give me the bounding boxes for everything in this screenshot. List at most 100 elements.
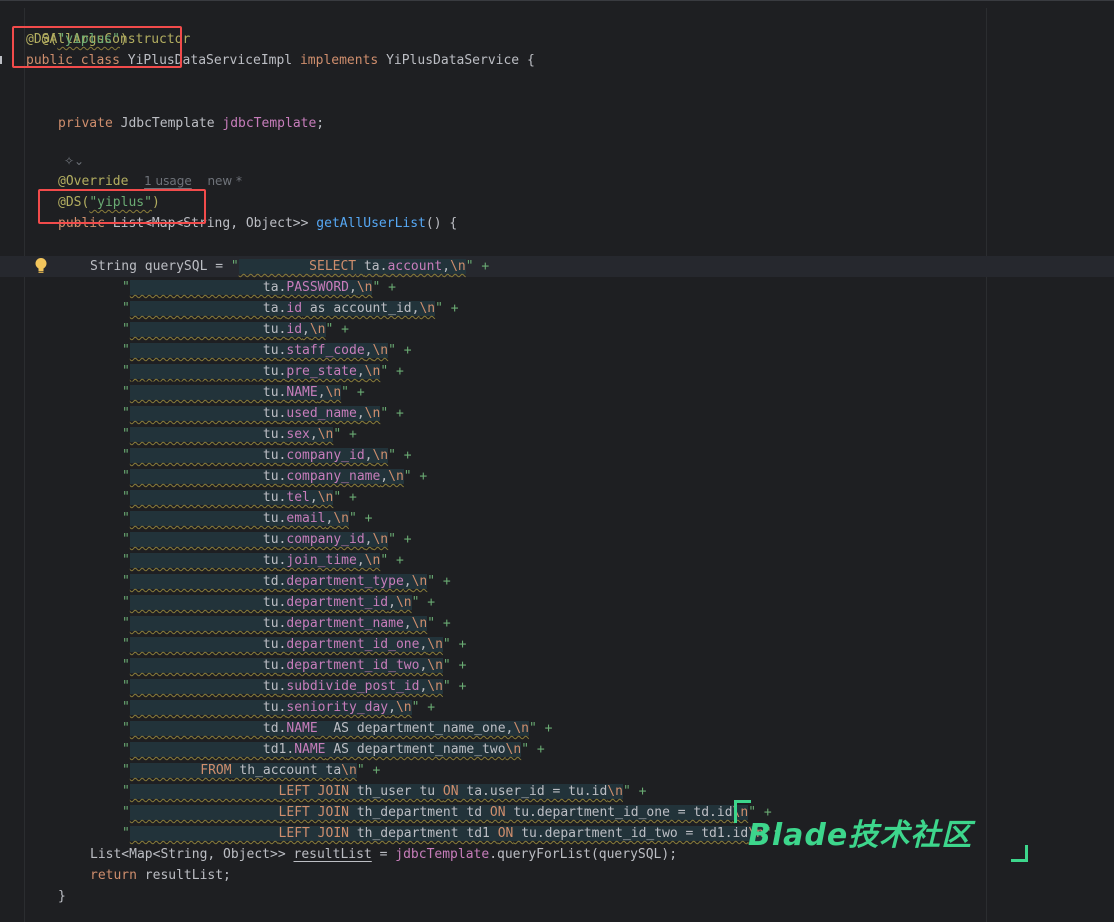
string-concat: " + — [442, 637, 467, 652]
sql-table-alias: tu — [262, 637, 279, 652]
sql-pad — [130, 427, 263, 442]
sql-escape: \n — [372, 532, 389, 547]
sql-escape: \n — [427, 637, 443, 652]
sql-join-table: th_user tu — [349, 784, 443, 799]
sql-on: ON — [489, 805, 506, 820]
string-quote: " — [122, 637, 130, 652]
code-line-from[interactable]: " FROM th_account ta\n" + — [122, 760, 380, 781]
sql-pad — [130, 280, 263, 295]
string-quote: " — [122, 406, 130, 421]
sql-escape: \n — [411, 616, 428, 631]
sql-suffix: , — [403, 616, 412, 631]
code-line-sql-column[interactable]: " tu.used_name,\n" + — [122, 403, 404, 424]
code-line-sql-join[interactable]: " LEFT JOIN th_user tu ON ta.user_id = t… — [122, 781, 646, 802]
sql-escape: \n — [325, 385, 342, 400]
sql-suffix: AS department_name_two — [325, 742, 506, 757]
right-margin-guide — [986, 8, 987, 922]
sql-column: department_name — [286, 616, 404, 631]
sql-fragment: tu.sex,\n — [129, 427, 334, 442]
sql-fragment: tu.company_id,\n — [129, 448, 389, 463]
code-line-sql-column[interactable]: " tu.email,\n" + — [122, 508, 372, 529]
sql-suffix: , — [356, 553, 365, 568]
code-line-sql-column[interactable]: " tu.staff_code,\n" + — [122, 340, 412, 361]
sql-suffix: , — [309, 427, 318, 442]
string-concat: " + — [411, 700, 436, 715]
sql-pad — [130, 679, 263, 694]
sql-escape: \n — [317, 427, 334, 442]
code-line-sql-join[interactable]: " LEFT JOIN th_department td1 ON tu.depa… — [122, 823, 780, 844]
sql-fragment: tu.subdivide_post_id,\n — [129, 679, 443, 694]
string-quote: " — [122, 574, 130, 589]
sql-fragment: td1.NAME AS department_name_two\n — [129, 742, 522, 757]
usage-hint[interactable]: 1 usage — [144, 174, 192, 188]
code-line-field[interactable]: private JdbcTemplate jdbcTemplate; — [58, 113, 324, 134]
sql-pad — [130, 763, 200, 778]
string-quote: " — [122, 364, 130, 379]
code-line-sql-join[interactable]: " LEFT JOIN th_department td ON tu.depar… — [122, 802, 772, 823]
code-line-sql-column[interactable]: " tu.company_id,\n" + — [122, 445, 412, 466]
open-brace: { — [526, 53, 535, 68]
sql-pad — [130, 700, 263, 715]
call-args: (querySQL); — [590, 847, 678, 862]
code-line-sql-column[interactable]: " tu.department_id_one,\n" + — [122, 634, 466, 655]
sql-select: SELECT — [309, 259, 357, 274]
code-line-sql-column[interactable]: " td.NAME AS department_name_one,\n" + — [122, 718, 553, 739]
code-line-query-start[interactable]: String querySQL = " SELECT ta.account,\n… — [0, 256, 1114, 277]
code-line-close-brace[interactable]: } — [58, 886, 66, 907]
code-line-sql-column[interactable]: " tu.id,\n" + — [122, 319, 349, 340]
sql-escape: \n — [505, 742, 522, 757]
ai-assistant-icon[interactable]: ✧⌄ — [64, 154, 84, 168]
sql-suffix: , — [403, 574, 412, 589]
sql-fragment: tu.company_id,\n — [129, 532, 389, 547]
code-line-sql-column[interactable]: " tu.department_id,\n" + — [122, 592, 435, 613]
sql-fragment: tu.seniority_day,\n — [129, 700, 412, 715]
sql-join-table: th_department td — [349, 805, 490, 820]
code-line-sql-column[interactable]: " tu.company_name,\n" + — [122, 466, 427, 487]
string-quote: " — [122, 679, 130, 694]
sql-escape: \n — [333, 511, 349, 526]
string-quote: " — [122, 700, 130, 715]
sql-table-alias: ta — [363, 259, 380, 274]
code-line-sql-column[interactable]: " tu.department_id_two,\n" + — [122, 655, 466, 676]
code-line-sql-column[interactable]: " tu.sex,\n" + — [122, 424, 357, 445]
sql-pad — [130, 784, 279, 799]
lightbulb-icon[interactable] — [34, 257, 48, 275]
code-line-sql-column[interactable]: " tu.company_id,\n" + — [122, 529, 412, 550]
author-hint[interactable]: new * — [207, 174, 242, 188]
sql-space — [356, 259, 364, 274]
string-quote: " — [122, 427, 130, 442]
sql-escape: \n — [395, 700, 412, 715]
string-concat: " + — [341, 385, 365, 400]
code-line-sql-column[interactable]: " tu.tel,\n" + — [122, 487, 357, 508]
sql-from-table: th_account ta — [231, 763, 342, 778]
string-concat: " + — [521, 742, 545, 757]
string-concat: " + — [333, 490, 357, 505]
code-line-sql-column[interactable]: " tu.seniority_day,\n" + — [122, 697, 435, 718]
code-line-sql-column[interactable]: " td.department_type,\n" + — [122, 571, 451, 592]
sql-table-alias: tu — [262, 532, 279, 547]
code-line-sql-column[interactable]: " tu.join_time,\n" + — [122, 550, 404, 571]
kw-private: private — [58, 116, 113, 131]
sql-suffix: , — [380, 469, 389, 484]
code-line-sql-column[interactable]: " td1.NAME AS department_name_two\n" + — [122, 739, 545, 760]
sql-escape: \n — [372, 343, 389, 358]
sql-pad — [130, 511, 263, 526]
code-line-sql-column[interactable]: " ta.PASSWORD,\n" + — [122, 277, 396, 298]
dot: . — [489, 847, 498, 862]
code-line-result[interactable]: List<Map<String, Object>> resultList = j… — [90, 844, 677, 865]
code-line-sql-column[interactable]: " ta.id as account_id,\n" + — [122, 298, 459, 319]
code-line-sql-column[interactable]: " tu.pre_state,\n" + — [122, 361, 404, 382]
string-concat: " + — [622, 784, 647, 799]
sql-table-alias: td — [262, 721, 279, 736]
code-line-sql-column[interactable]: " tu.NAME,\n" + — [122, 382, 365, 403]
sql-suffix: as account_id, — [302, 301, 420, 316]
sql-fragment: tu.company_name,\n — [129, 469, 404, 484]
sql-fragment: LEFT JOIN th_department td1 ON tu.depart… — [129, 826, 764, 841]
code-line-sql-column[interactable]: " tu.subdivide_post_id,\n" + — [122, 676, 466, 697]
sql-column: department_type — [286, 574, 404, 589]
code-line-sql-column[interactable]: " tu.department_name,\n" + — [122, 613, 451, 634]
sql-escape: \n — [364, 364, 381, 379]
code-line-return[interactable]: return resultList; — [90, 865, 231, 886]
sql-column: NAME — [286, 385, 318, 400]
string-quote: " — [122, 595, 130, 610]
